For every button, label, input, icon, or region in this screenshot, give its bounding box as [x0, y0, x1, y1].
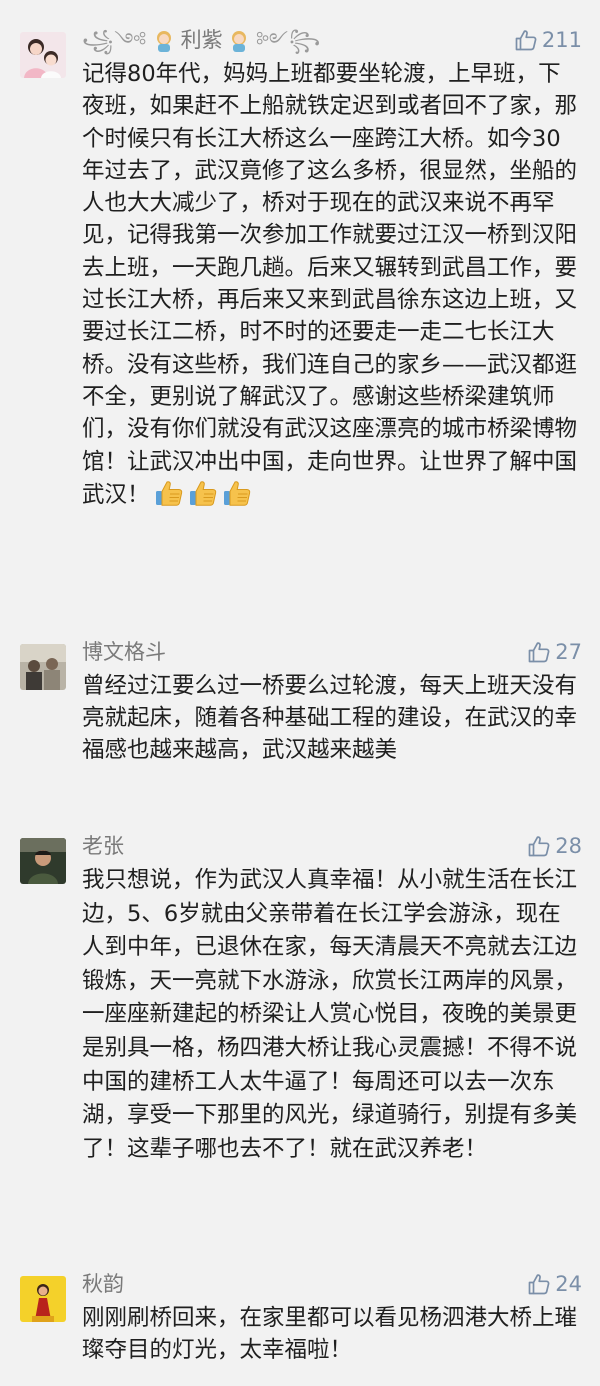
avatar-image — [20, 1276, 66, 1322]
thumbs-up-emoji-icon — [188, 478, 218, 508]
avatar[interactable] — [20, 838, 66, 884]
like-button[interactable]: 211 — [514, 26, 582, 54]
girl-emoji-icon — [154, 30, 174, 59]
commenter-name: 博文格斗 — [82, 640, 166, 664]
comment-text: 刚刚刷桥回来，在家里都可以看见杨泗港大桥上璀璨夺目的灯光，太幸福啦！ — [82, 1305, 578, 1363]
like-count: 28 — [555, 834, 582, 858]
commenter-name: 秋韵 — [82, 1272, 124, 1296]
comment-text: 我只想说，作为武汉人真幸福！从小就生活在长江边，5、6岁就由父亲带着在长江学会游… — [82, 867, 578, 1162]
like-count: 211 — [541, 28, 582, 52]
like-button[interactable]: 27 — [527, 638, 582, 666]
comment-text-body: 记得80年代，妈妈上班都要坐轮渡，上早班，下夜班，如果赶不上船就铁定迟到或者回不… — [82, 61, 578, 508]
thumbs-up-icon — [514, 28, 538, 52]
thumbs-up-icon — [527, 640, 551, 664]
thumbs-up-emoji-icon — [154, 478, 184, 508]
avatar-image — [20, 838, 66, 884]
emoji-row — [154, 478, 252, 508]
like-button[interactable]: 24 — [527, 1270, 582, 1298]
avatar-image — [20, 644, 66, 690]
comment-list: ꧁༺ 利紫 ༻꧂ 211 记得80年代，妈妈上班都要坐轮渡，上早班，下夜班，如果… — [0, 0, 600, 1386]
avatar[interactable] — [20, 644, 66, 690]
like-count: 27 — [555, 640, 582, 664]
name-decoration-right: ༻꧂ — [256, 28, 322, 52]
avatar-image — [20, 32, 66, 78]
name-decoration-left: ꧁༺ — [82, 28, 148, 52]
thumbs-up-emoji-icon — [222, 478, 252, 508]
thumbs-up-icon — [527, 834, 551, 858]
like-count: 24 — [555, 1272, 582, 1296]
avatar[interactable] — [20, 32, 66, 78]
girl-emoji-icon — [229, 30, 249, 59]
comment-text: 曾经过江要么过一桥要么过轮渡，每天上班天没有亮就起床，随着各种基础工程的建设，在… — [82, 673, 578, 763]
commenter-name: ꧁༺ 利紫 ༻꧂ — [82, 26, 321, 59]
like-button[interactable]: 28 — [527, 832, 582, 860]
commenter-name-text: 利紫 — [180, 28, 223, 52]
comment-text: 记得80年代，妈妈上班都要坐轮渡，上早班，下夜班，如果赶不上船就铁定迟到或者回不… — [82, 58, 578, 511]
thumbs-up-icon — [527, 1272, 551, 1296]
commenter-name: 老张 — [82, 834, 124, 858]
avatar[interactable] — [20, 1276, 66, 1322]
